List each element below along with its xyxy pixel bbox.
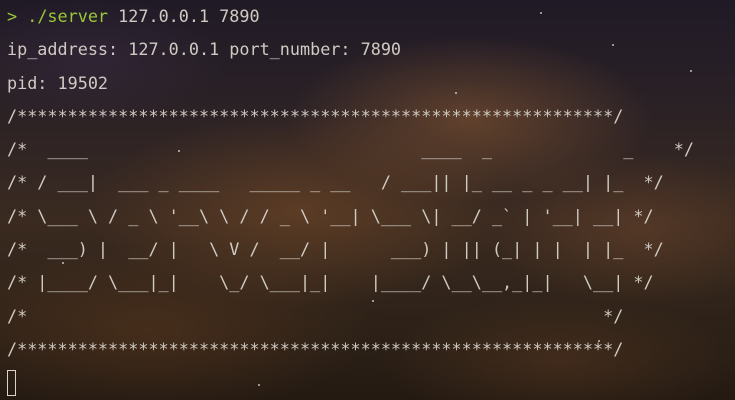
input-line[interactable] [7,366,694,399]
command-name: ./server [17,6,109,26]
banner-line: /* / ___| ___ _ ____ _____ _ __ / ___|| … [7,172,664,193]
banner-line: /* */ [7,305,624,326]
banner-line: /***************************************… [7,338,624,359]
command-args: 127.0.0.1 7890 [108,6,260,26]
banner-line: /* ___) | __/ | \ V / __/ | ___) | || (_… [7,239,664,260]
command-line: > ./server 127.0.0.1 7890 [7,0,694,33]
terminal-output: > ./server 127.0.0.1 7890 ip_address: 12… [7,0,694,400]
terminal-window[interactable]: > ./server 127.0.0.1 7890 ip_address: 12… [0,0,735,400]
ip-address-line: ip_address: 127.0.0.1 port_number: 7890 [7,39,402,60]
banner-line: /* \___ \ / _ \ '__\ \ / / _ \ '__| \___… [7,205,654,226]
pid-line: pid: 19502 [7,72,109,93]
text-cursor [7,370,16,397]
banner-line: /* ____ ____ _ _ */ [7,139,695,160]
banner-line: /* |____/ \___|_| \_/ \___|_| |____/ \__… [7,272,654,293]
banner-line: /***************************************… [7,105,624,126]
prompt-arrow: > [7,6,18,26]
